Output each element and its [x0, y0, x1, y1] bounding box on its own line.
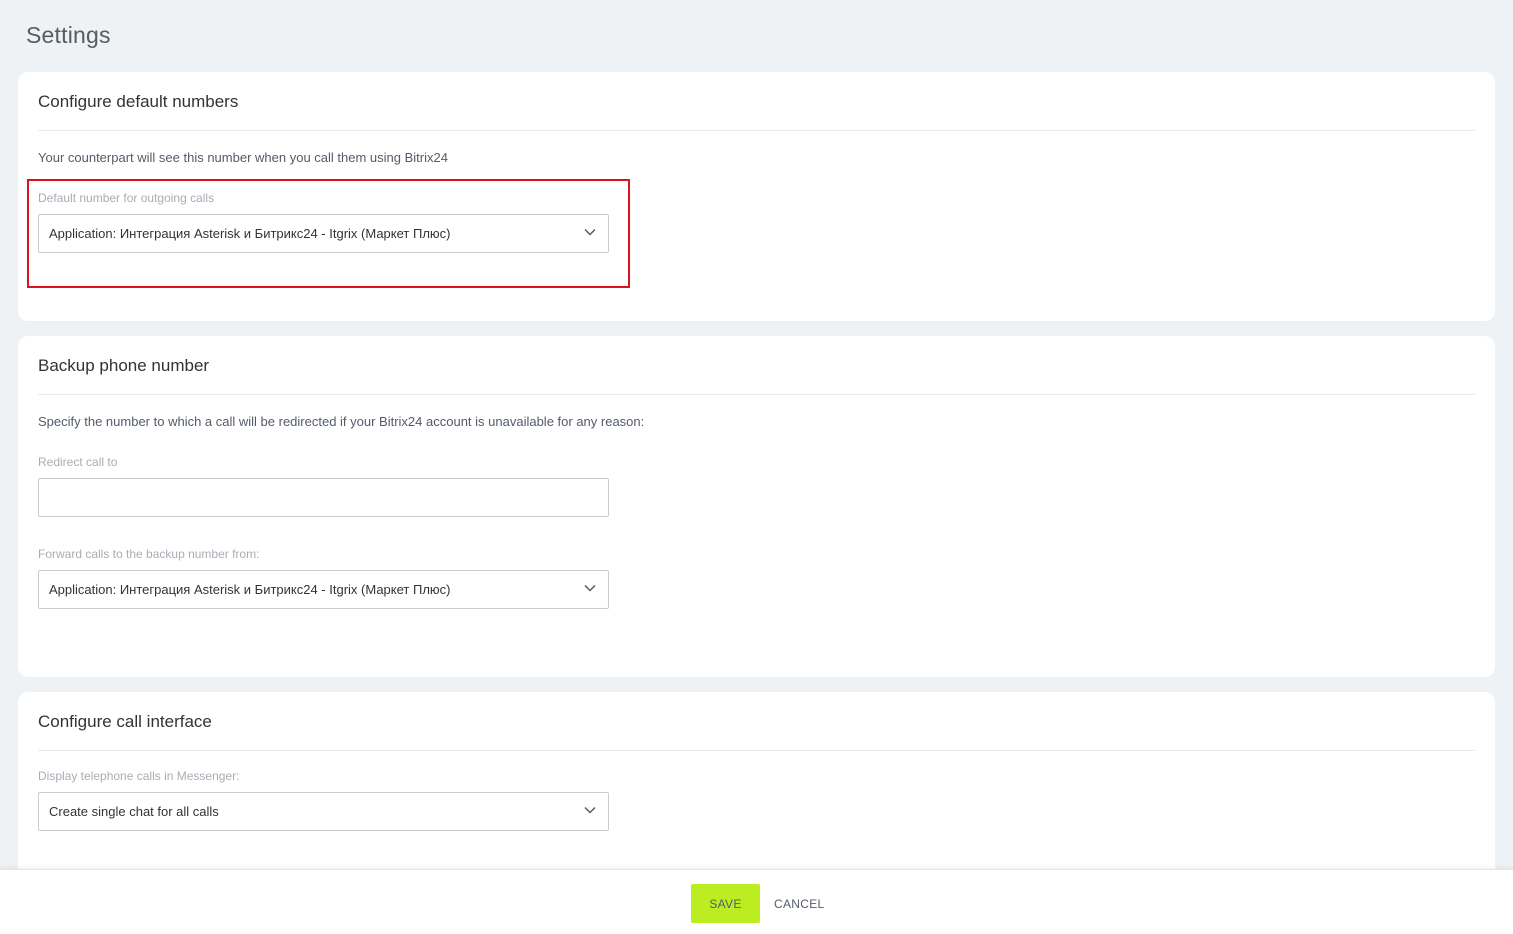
outgoing-number-select[interactable]: Application: Интеграция Asterisk и Битри…	[38, 214, 609, 253]
redirect-label: Redirect call to	[38, 455, 118, 469]
redirect-input[interactable]	[38, 478, 609, 517]
call-interface-section: Configure call interface Display telepho…	[18, 692, 1495, 892]
default-numbers-section: Configure default numbers Your counterpa…	[18, 72, 1495, 321]
outgoing-number-value: Application: Интеграция Asterisk и Битри…	[49, 226, 451, 241]
chevron-down-icon	[584, 584, 596, 592]
outgoing-number-label: Default number for outgoing calls	[38, 191, 215, 205]
backup-number-section: Backup phone number Specify the number t…	[18, 336, 1495, 677]
section-divider	[38, 750, 1475, 751]
section-divider	[38, 394, 1475, 395]
cancel-button[interactable]: CANCEL	[768, 884, 830, 923]
display-calls-label: Display telephone calls in Messenger:	[38, 769, 240, 783]
section-title: Configure default numbers	[38, 92, 239, 111]
display-calls-select[interactable]: Create single chat for all calls	[38, 792, 609, 831]
section-description: Specify the number to which a call will …	[38, 414, 645, 429]
forward-number-select[interactable]: Application: Интеграция Asterisk и Битри…	[38, 570, 609, 609]
section-title: Configure call interface	[38, 712, 212, 731]
footer-bar: SAVE CANCEL	[0, 869, 1513, 934]
forward-number-value: Application: Интеграция Asterisk и Битри…	[49, 582, 451, 597]
display-calls-value: Create single chat for all calls	[49, 804, 219, 819]
section-description: Your counterpart will see this number wh…	[38, 150, 448, 165]
section-title: Backup phone number	[38, 356, 210, 375]
forward-label: Forward calls to the backup number from:	[38, 547, 260, 561]
save-button[interactable]: SAVE	[691, 884, 760, 923]
chevron-down-icon	[584, 806, 596, 814]
chevron-down-icon	[584, 228, 596, 236]
section-divider	[38, 130, 1475, 131]
page-title: Settings	[26, 22, 111, 48]
